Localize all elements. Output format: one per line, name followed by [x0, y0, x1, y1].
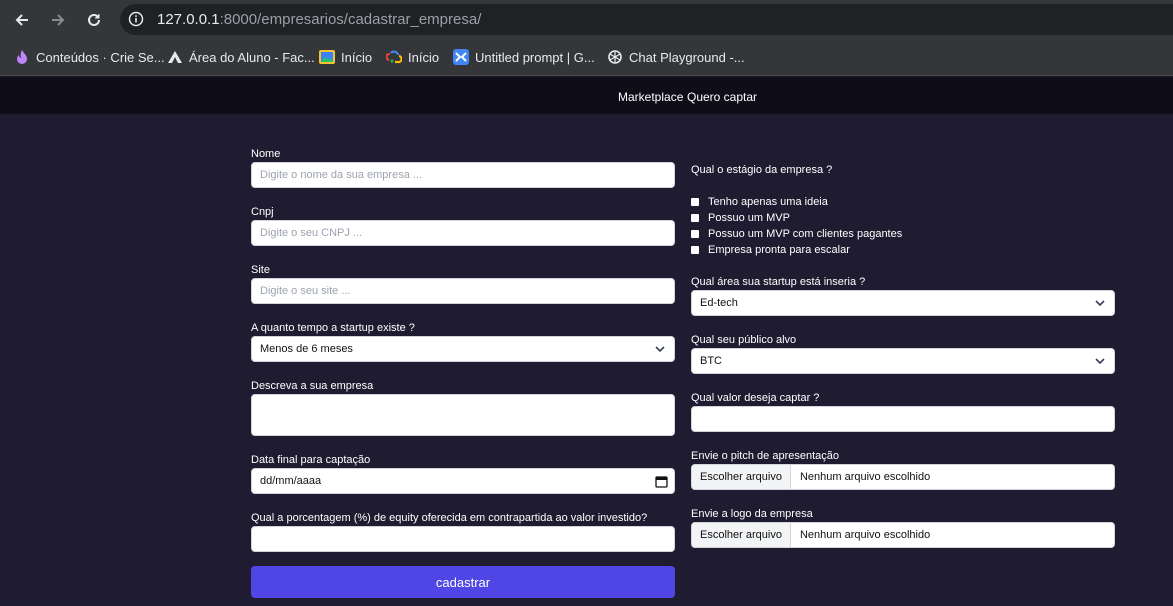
tempo-select-value: Menos de 6 meses [260, 343, 353, 355]
url-host: 127.0.0.1 [157, 11, 220, 28]
estagio-option-label: Tenho apenas uma ideia [708, 196, 828, 208]
pitch-file-status: Nenhum arquivo escolhido [799, 471, 931, 483]
estagio-option[interactable]: Possuo um MVP [691, 212, 790, 224]
cadastrar-button[interactable]: cadastrar [251, 566, 675, 598]
estagio-option[interactable]: Empresa pronta para escalar [691, 244, 850, 256]
valor-label: Qual valor deseja captar ? [691, 392, 820, 404]
arrow-left-icon [15, 14, 28, 26]
checkbox[interactable] [691, 214, 699, 222]
bookmark-label: Início [408, 49, 440, 65]
flame-icon [14, 49, 30, 65]
forward-button[interactable] [46, 8, 70, 32]
bookmark-label: Início [341, 49, 373, 65]
equity-input[interactable] [251, 526, 675, 552]
logo-label: Envie a logo da empresa [691, 508, 813, 520]
bookmark-label: Área do Aluno - Fac... [189, 49, 315, 65]
logo-file-input[interactable]: Escolher arquivo Nenhum arquivo escolhid… [691, 522, 1115, 548]
pitch-file-input[interactable]: Escolher arquivo Nenhum arquivo escolhid… [691, 464, 1115, 490]
data-final-label: Data final para captação [251, 454, 371, 466]
address-bar[interactable]: 127.0.0.1:8000/empresarios/cadastrar_emp… [120, 4, 1173, 35]
arrow-right-icon [52, 14, 65, 26]
site-input[interactable] [251, 278, 675, 304]
estagio-option-label: Empresa pronta para escalar [708, 244, 850, 256]
chevron-down-icon [1095, 300, 1105, 307]
descricao-textarea[interactable] [251, 394, 675, 436]
tempo-select[interactable]: Menos de 6 meses [251, 336, 675, 362]
publico-select[interactable]: BTC [691, 348, 1115, 374]
estagio-option[interactable]: Tenho apenas uma ideia [691, 196, 828, 208]
nav-link-quero-captar[interactable]: Quero captar [687, 90, 757, 104]
cnpj-label: Cnpj [251, 206, 274, 218]
estagio-option[interactable]: Possuo um MVP com clientes pagantes [691, 228, 902, 240]
reload-icon [88, 13, 100, 26]
publico-select-value: BTC [700, 355, 722, 367]
tempo-label: A quanto tempo a startup existe ? [251, 322, 415, 334]
area-select[interactable]: Ed-tech [691, 290, 1115, 316]
equity-label: Qual a porcentagem (%) de equity ofereci… [251, 512, 648, 524]
publico-label: Qual seu público alvo [691, 334, 797, 346]
openai-icon [607, 49, 623, 65]
checkbox[interactable] [691, 198, 699, 206]
descricao-label: Descreva a sua empresa [251, 380, 374, 392]
bookmark-untitled-prompt[interactable]: Untitled prompt | G... [453, 48, 595, 66]
reload-button[interactable] [82, 8, 106, 32]
checkbox[interactable] [691, 246, 699, 254]
data-final-value: dd/mm/aaaa [260, 475, 322, 487]
estagio-option-label: Possuo um MVP com clientes pagantes [708, 228, 903, 240]
cnpj-input[interactable] [251, 220, 675, 246]
bookmarks-bar: Conteúdos · Crie Se... Área do Aluno - F… [0, 39, 1173, 76]
bookmark-area-do-aluno[interactable]: Área do Aluno - Fac... [167, 48, 315, 66]
nome-input[interactable] [251, 162, 675, 188]
bookmark-label: Chat Playground -... [629, 49, 745, 65]
estagio-option-label: Possuo um MVP [708, 212, 790, 224]
chevron-down-icon [1095, 358, 1105, 365]
bookmark-label: Untitled prompt | G... [475, 49, 595, 65]
mountain-logo-icon [167, 49, 183, 65]
back-button[interactable] [10, 8, 34, 32]
area-label: Qual área sua startup está inseria ? [691, 276, 866, 288]
site-label: Site [251, 264, 270, 276]
area-select-value: Ed-tech [700, 297, 738, 309]
valor-input[interactable] [691, 406, 1115, 432]
url-path: :8000/empresarios/cadastrar_empresa/ [219, 11, 482, 28]
chevron-down-icon [655, 346, 665, 353]
pitch-label: Envie o pitch de apresentação [691, 450, 839, 462]
logo-choose-file-button[interactable]: Escolher arquivo [692, 523, 791, 547]
picture-icon [319, 49, 335, 65]
pitch-choose-file-button[interactable]: Escolher arquivo [692, 465, 791, 489]
bookmark-chat-playground[interactable]: Chat Playground -... [607, 48, 745, 66]
bookmark-conteudos[interactable]: Conteúdos · Crie Se... [14, 48, 165, 66]
site-navbar: Marketplace Quero captar [0, 77, 1173, 114]
nav-link-marketplace[interactable]: Marketplace [618, 90, 683, 104]
nome-label: Nome [251, 148, 281, 160]
checkbox[interactable] [691, 230, 699, 238]
bookmark-inicio-1[interactable]: Início [319, 48, 372, 66]
ai-studio-icon [453, 49, 469, 65]
url-text[interactable]: 127.0.0.1:8000/empresarios/cadastrar_emp… [157, 11, 481, 28]
google-cloud-icon [386, 49, 402, 65]
logo-file-status: Nenhum arquivo escolhido [799, 529, 931, 541]
browser-toolbar: 127.0.0.1:8000/empresarios/cadastrar_emp… [0, 0, 1173, 39]
calendar-icon[interactable] [655, 475, 668, 488]
data-final-input[interactable]: dd/mm/aaaa [251, 468, 675, 494]
estagio-label: Qual o estágio da empresa ? [691, 164, 833, 176]
bookmark-inicio-2[interactable]: Início [386, 48, 439, 66]
site-info-icon[interactable] [128, 11, 144, 27]
bookmark-label: Conteúdos · Crie Se... [36, 49, 165, 65]
